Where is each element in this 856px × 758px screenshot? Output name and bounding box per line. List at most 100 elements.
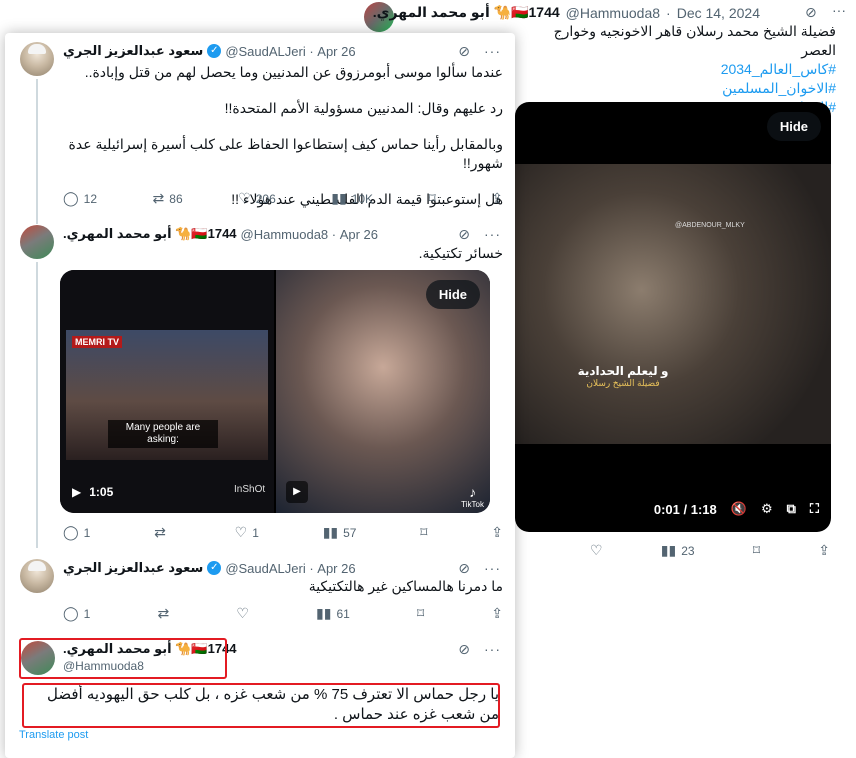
author-name[interactable]: سعود عبدالعزيز الجري (63, 43, 203, 59)
tweet-date[interactable]: Dec 14, 2024 (677, 5, 760, 21)
bookmark-button[interactable]: ⌑ (429, 190, 436, 207)
more-icon[interactable]: ··· (484, 641, 501, 657)
views-icon: ▮▮ (316, 605, 332, 621)
tv-label: MEMRI TV (72, 336, 122, 348)
grok-icon[interactable]: ⊘ (458, 560, 470, 577)
tweet-header: .أبو محمد المهري 🐪🇴🇲1744 @Hammuoda8 · Ap… (63, 225, 501, 243)
views-button[interactable]: ▮▮ 61 (316, 605, 350, 622)
tweet-date[interactable]: Apr 26 (317, 44, 355, 59)
video-time: 0:01 / 1:18 (653, 501, 717, 517)
bookmark-button[interactable]: ⌑ (753, 542, 760, 559)
grok-icon[interactable]: ⊘ (458, 226, 470, 243)
tweet-actions: ◯ 12 ⇄ 86 ♡ 206 ▮▮ 10K ⌑ ⇪ (63, 190, 503, 207)
avatar[interactable] (20, 225, 54, 259)
more-icon[interactable]: ··· (832, 2, 846, 18)
author-handle[interactable]: @Hammuoda8 (241, 227, 329, 242)
video-player[interactable]: و ليعلم الحدادية فضيلة الشيخ رسلان @ABDE… (515, 102, 831, 532)
reply-icon: ◯ (63, 190, 79, 206)
more-icon[interactable]: ··· (484, 560, 501, 576)
hide-button[interactable]: Hide (766, 112, 821, 141)
thread-panel: سعود عبدالعزيز الجري ✓ @SaudALJeri · Apr… (5, 33, 515, 758)
views-button[interactable]: ▮▮ 23 (661, 542, 695, 559)
video-play[interactable]: ▶ 1:05 (72, 485, 113, 499)
author-name[interactable]: سعود عبدالعزيز الجري (63, 560, 203, 576)
more-icon[interactable]: ··· (484, 226, 501, 242)
author-handle[interactable]: @Hammuoda8 (566, 5, 660, 21)
video-caption: و ليعلم الحدادية (577, 364, 669, 378)
video-caption: Many people are asking: (108, 420, 218, 448)
video-thumbnail-right[interactable]: Hide ▶ ♪ TikTok (276, 270, 490, 513)
reply-button[interactable]: ◯ 1 (63, 605, 90, 622)
video-watermark: InShOt (234, 484, 266, 495)
avatar[interactable] (20, 42, 54, 76)
tiktok-label: TikTok (461, 500, 484, 509)
verified-icon: ✓ (207, 44, 222, 58)
media-grid: MEMRI TV Many people are asking: ▶ 1:05 I… (60, 270, 490, 513)
pip-icon[interactable]: ⧉ (787, 501, 796, 517)
share-icon: ⇪ (491, 190, 503, 206)
retweet-button[interactable]: ⇄ (154, 524, 171, 541)
like-button[interactable]: ♡ 1 (235, 524, 259, 541)
author-handle[interactable]: @SaudALJeri (225, 561, 305, 576)
share-icon: ⇪ (491, 524, 503, 540)
bookmark-button[interactable]: ⌑ (420, 524, 427, 541)
highlight-box-name (19, 638, 227, 679)
heart-icon: ♡ (236, 605, 249, 621)
views-icon: ▮▮ (322, 524, 339, 540)
bookmark-icon: ⌑ (752, 542, 760, 558)
share-button[interactable]: ⇪ (818, 542, 830, 559)
share-icon: ⇪ (491, 605, 503, 621)
tiktok-icon: ♪ (469, 484, 477, 500)
settings-icon[interactable]: ⚙ (761, 501, 773, 517)
retweet-button[interactable]: ⇄ (157, 605, 169, 622)
video-frame (515, 164, 831, 444)
author-handle[interactable]: @SaudALJeri (225, 44, 305, 59)
tweet-text: خسائر تكتيكية. (418, 245, 503, 261)
grok-icon[interactable]: ⊘ (805, 4, 817, 21)
avatar[interactable] (20, 559, 54, 593)
hashtag-link[interactable]: #الاخوان_المسلمين (516, 79, 836, 98)
grok-icon[interactable]: ⊘ (458, 43, 470, 60)
highlight-box-text (22, 683, 500, 728)
video-watermark: @ABDENOUR_MLKY (675, 222, 745, 229)
play-icon: ▶ (72, 485, 82, 499)
video-thumbnail-left[interactable]: MEMRI TV Many people are asking: ▶ 1:05 I… (60, 270, 274, 513)
verified-icon: ✓ (207, 561, 222, 575)
translate-post-link[interactable]: Translate post (19, 729, 88, 741)
more-icon[interactable]: ··· (484, 43, 501, 59)
share-button[interactable]: ⇪ (491, 605, 503, 622)
video-subcaption: فضيلة الشيخ رسلان (586, 378, 660, 388)
mute-icon[interactable]: 🔇 (731, 501, 747, 517)
grok-icon[interactable]: ⊘ (458, 641, 470, 658)
fullscreen-icon[interactable]: ⛶ (810, 501, 819, 517)
reply-button[interactable]: ◯ 1 (63, 524, 90, 541)
video-controls: 0:01 / 1:18 🔇 ⚙ ⧉ ⛶ (515, 494, 831, 524)
like-button[interactable]: ♡ 206 (238, 190, 276, 207)
tweet-actions: ♡ ▮▮ 23 ⌑ ⇪ (590, 542, 830, 559)
reply-button[interactable]: ◯ 12 (63, 190, 97, 207)
like-button[interactable]: ♡ (590, 542, 603, 559)
tweet-header: سعود عبدالعزيز الجري ✓ @SaudALJeri · Apr… (63, 559, 501, 577)
hide-button[interactable]: Hide (425, 280, 480, 309)
views-button[interactable]: ▮▮ 10K (331, 190, 373, 207)
views-icon: ▮▮ (331, 190, 347, 206)
tweet-text: ما دمرنا هالمساكين غير هالتكتيكية (308, 578, 503, 594)
share-button[interactable]: ⇪ (491, 190, 503, 207)
heart-icon: ♡ (234, 524, 248, 540)
retweet-button[interactable]: ⇄ 86 (153, 190, 183, 207)
tweet-date[interactable]: Apr 26 (340, 227, 378, 242)
bookmark-button[interactable]: ⌑ (417, 605, 424, 622)
share-button[interactable]: ⇪ (491, 524, 503, 541)
play-icon[interactable]: ▶ (286, 481, 308, 503)
reply-icon: ◯ (63, 605, 79, 621)
tweet-date[interactable]: Apr 26 (317, 561, 355, 576)
views-button[interactable]: ▮▮ 57 (323, 524, 357, 541)
author-name[interactable]: .أبو محمد المهري 🐪🇴🇲1744 (373, 4, 560, 21)
author-name[interactable]: .أبو محمد المهري 🐪🇴🇲1744 (63, 226, 237, 242)
retweet-icon: ⇄ (152, 190, 165, 206)
retweet-icon: ⇄ (157, 605, 170, 621)
hashtag-link[interactable]: #كاس_العالم_2034 (516, 60, 836, 79)
heart-icon: ♡ (238, 190, 251, 206)
like-button[interactable]: ♡ (236, 605, 249, 622)
bookmark-icon: ⌑ (420, 524, 428, 540)
